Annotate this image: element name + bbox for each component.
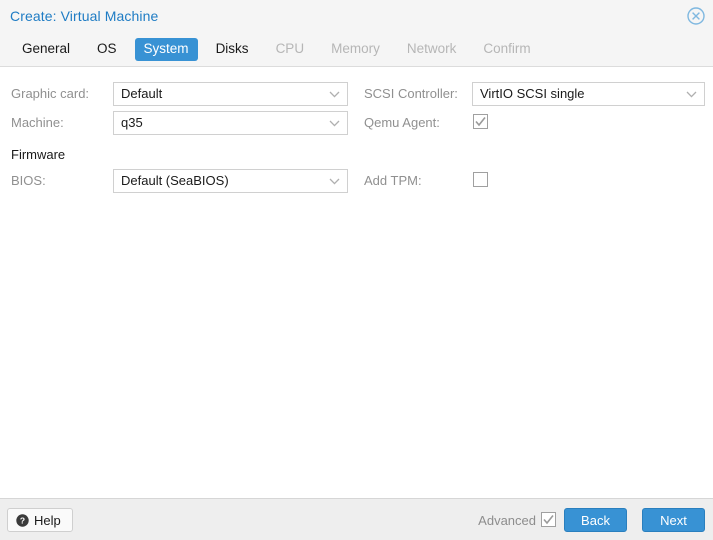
firmware-section-row: Firmware (0, 144, 356, 168)
graphic-card-row: Graphic card: Default (0, 82, 356, 106)
scsi-controller-value: VirtIO SCSI single (480, 86, 585, 101)
chevron-down-icon (329, 120, 340, 127)
bios-select[interactable]: Default (SeaBIOS) (113, 169, 348, 193)
advanced-checkbox[interactable] (541, 512, 556, 527)
chevron-down-icon (329, 178, 340, 185)
dialog-footer: ? Help Advanced Back Next (0, 498, 713, 540)
next-button[interactable]: Next (642, 508, 705, 532)
graphic-card-select[interactable]: Default (113, 82, 348, 106)
bios-label: BIOS: (11, 173, 46, 188)
tab-disks[interactable]: Disks (207, 38, 258, 61)
tab-confirm: Confirm (483, 40, 531, 56)
form-column-left: Graphic card: Default Machine: q35 Firmw… (0, 67, 356, 498)
back-button[interactable]: Back (564, 508, 627, 532)
machine-row: Machine: q35 (0, 111, 356, 135)
check-icon (475, 117, 486, 127)
check-icon (543, 515, 554, 525)
add-tpm-checkbox[interactable] (473, 172, 488, 187)
qemu-agent-checkbox[interactable] (473, 114, 488, 129)
machine-label: Machine: (11, 115, 64, 130)
scsi-controller-select[interactable]: VirtIO SCSI single (472, 82, 705, 106)
form-column-right: SCSI Controller: VirtIO SCSI single Qemu… (356, 67, 713, 498)
tab-system[interactable]: System (134, 37, 198, 61)
scsi-controller-row: SCSI Controller: VirtIO SCSI single (356, 82, 713, 106)
close-icon[interactable] (687, 7, 705, 25)
create-vm-dialog: Create: Virtual Machine General OS Syste… (0, 0, 713, 540)
machine-select[interactable]: q35 (113, 111, 348, 135)
tab-general[interactable]: General (13, 38, 79, 61)
dialog-titlebar: Create: Virtual Machine (0, 0, 713, 32)
tab-os[interactable]: OS (88, 38, 126, 61)
help-button-label: Help (34, 512, 61, 528)
add-tpm-row: Add TPM: (356, 169, 713, 193)
graphic-card-value: Default (121, 86, 163, 101)
graphic-card-label: Graphic card: (11, 86, 90, 101)
chevron-down-icon (329, 91, 340, 98)
add-tpm-label: Add TPM: (364, 173, 422, 188)
scsi-controller-label: SCSI Controller: (364, 86, 458, 101)
tab-memory: Memory (331, 40, 380, 56)
machine-value: q35 (121, 115, 143, 130)
bios-row: BIOS: Default (SeaBIOS) (0, 169, 356, 193)
advanced-label: Advanced (478, 513, 536, 528)
tab-network: Network (406, 40, 457, 56)
svg-text:?: ? (20, 515, 25, 525)
tab-cpu: CPU (275, 40, 305, 56)
chevron-down-icon (686, 91, 697, 98)
firmware-section-label: Firmware (11, 147, 66, 162)
qemu-agent-label: Qemu Agent: (364, 115, 440, 130)
system-settings-form: Graphic card: Default Machine: q35 Firmw… (0, 67, 713, 498)
qemu-agent-row: Qemu Agent: (356, 111, 713, 135)
bios-value: Default (SeaBIOS) (121, 173, 229, 188)
question-circle-icon: ? (16, 513, 29, 527)
dialog-title: Create: Virtual Machine (10, 8, 159, 24)
wizard-tab-bar: General OS System Disks CPU Memory Netwo… (0, 32, 713, 67)
help-button[interactable]: ? Help (7, 508, 73, 532)
